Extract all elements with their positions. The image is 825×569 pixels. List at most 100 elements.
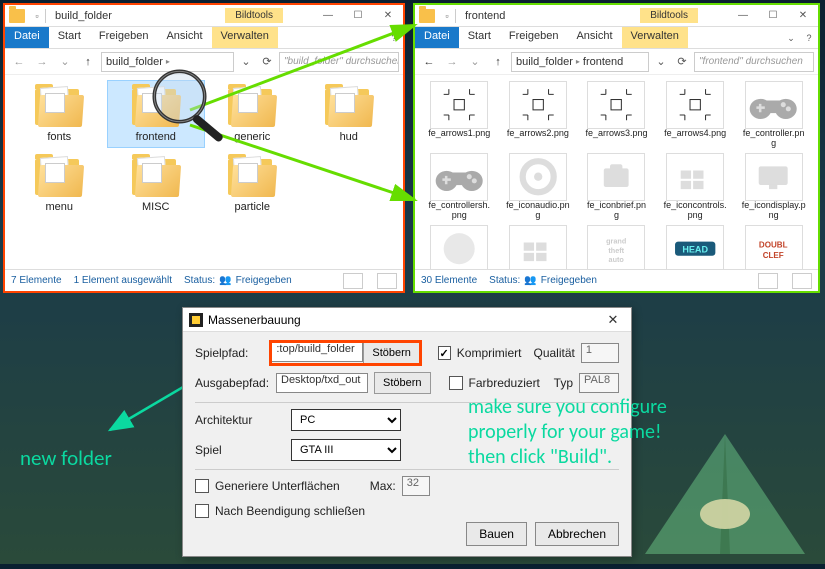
file-item[interactable] (500, 225, 577, 269)
address-dropdown-icon[interactable]: ⌄ (652, 55, 670, 68)
tab-file[interactable]: Datei (5, 27, 49, 48)
palettized-label: Farbreduziert (469, 376, 540, 390)
refresh-icon[interactable]: ⟳ (673, 55, 691, 68)
breadcrumb[interactable]: build_folder (516, 56, 573, 68)
file-item[interactable]: DOUBLCLEF (735, 225, 812, 269)
contextual-tab[interactable]: Bildtools (640, 8, 698, 23)
build-button[interactable]: Bauen (466, 522, 527, 546)
file-item[interactable]: fe_controller.png (735, 81, 812, 149)
help-icon[interactable]: ? (800, 27, 818, 48)
qat-icon[interactable]: ▫ (442, 11, 452, 21)
breadcrumb[interactable]: build_folder (106, 56, 163, 68)
outpath-browse-button[interactable]: Stöbern (374, 372, 431, 394)
file-item[interactable]: fe_iconaudio.png (500, 153, 577, 221)
file-thumbnail (509, 153, 567, 201)
max-input[interactable]: 32 (402, 476, 430, 496)
folder-item[interactable]: fonts (11, 81, 108, 147)
titlebar[interactable]: ▫ build_folder Bildtools — ☐ ✕ (5, 5, 403, 27)
thumbnails-view-button[interactable] (377, 273, 397, 289)
tab-file[interactable]: Datei (415, 27, 459, 48)
file-list[interactable]: fonts frontend generic hud menu MISC par… (5, 75, 403, 269)
tab-manage[interactable]: Verwalten (622, 27, 688, 48)
tab-view[interactable]: Ansicht (157, 27, 211, 48)
details-view-button[interactable] (758, 273, 778, 289)
gen-subsurfaces-checkbox[interactable] (195, 479, 209, 493)
close-icon[interactable]: ✕ (601, 312, 625, 328)
outpath-input[interactable]: Desktop/txd_out (276, 373, 368, 393)
file-item[interactable]: fe_iconcontrols.png (657, 153, 734, 221)
gamepath-input[interactable]: :top/build_folder (271, 342, 363, 362)
thumbnails-view-button[interactable] (792, 273, 812, 289)
file-item[interactable]: fe_icondisplay.png (735, 153, 812, 221)
recent-dropdown-icon[interactable]: ⌄ (465, 52, 485, 72)
type-input[interactable]: PAL8 (579, 373, 619, 393)
file-item[interactable]: fe_arrows1.png (421, 81, 498, 149)
minimize-button[interactable]: — (313, 6, 343, 26)
forward-button[interactable]: → (442, 52, 462, 72)
folder-item[interactable]: generic (204, 81, 301, 147)
file-item[interactable]: fe_iconbrief.png (578, 153, 655, 221)
address-bar[interactable]: build_folder ▸ (101, 52, 234, 72)
folder-item[interactable]: frontend (108, 81, 205, 147)
breadcrumb[interactable]: frontend (583, 56, 623, 68)
outpath-label: Ausgabepfad: (195, 376, 270, 390)
titlebar[interactable]: ▫ frontend Bildtools — ☐ ✕ (415, 5, 818, 27)
help-icon[interactable]: ? (385, 27, 403, 48)
tab-start[interactable]: Start (49, 27, 90, 48)
ribbon-expand-icon[interactable]: ⌄ (367, 27, 385, 48)
minimize-button[interactable]: — (728, 6, 758, 26)
back-button[interactable]: ← (419, 52, 439, 72)
recent-dropdown-icon[interactable]: ⌄ (55, 52, 75, 72)
search-input[interactable]: "frontend" durchsuchen (694, 52, 814, 72)
gamepath-browse-button[interactable]: Stöbern (363, 342, 420, 364)
up-button[interactable]: ↑ (488, 52, 508, 72)
file-list[interactable]: fe_arrows1.png fe_arrows2.png fe_arrows3… (415, 75, 818, 269)
details-view-button[interactable] (343, 273, 363, 289)
maximize-button[interactable]: ☐ (343, 6, 373, 26)
tab-share[interactable]: Freigeben (90, 27, 158, 48)
contextual-tab[interactable]: Bildtools (225, 8, 283, 23)
file-thumbnail (666, 81, 724, 129)
up-button[interactable]: ↑ (78, 52, 98, 72)
address-bar[interactable]: build_folder ▸ frontend (511, 52, 649, 72)
palettized-checkbox[interactable] (449, 376, 463, 390)
file-item[interactable]: fe_arrows2.png (500, 81, 577, 149)
folder-label: menu (45, 201, 73, 213)
dialog-titlebar[interactable]: Massenerbauung ✕ (183, 308, 631, 332)
tab-share[interactable]: Freigeben (500, 27, 568, 48)
file-item[interactable]: fe_controllersh.png (421, 153, 498, 221)
close-after-checkbox[interactable] (195, 504, 209, 518)
file-label: fe_iconbrief.png (584, 201, 648, 221)
close-button[interactable]: ✕ (373, 6, 403, 26)
file-thumbnail (509, 81, 567, 129)
file-item[interactable]: fe_arrows4.png (657, 81, 734, 149)
tab-view[interactable]: Ansicht (567, 27, 621, 48)
back-button[interactable]: ← (9, 52, 29, 72)
refresh-icon[interactable]: ⟳ (258, 55, 276, 68)
tab-manage[interactable]: Verwalten (212, 27, 278, 48)
close-button[interactable]: ✕ (788, 6, 818, 26)
file-item[interactable]: fe_arrows3.png (578, 81, 655, 149)
forward-button[interactable]: → (32, 52, 52, 72)
quality-input[interactable]: 1 (581, 343, 619, 363)
folder-item[interactable]: hud (301, 81, 398, 147)
ribbon-expand-icon[interactable]: ⌄ (782, 27, 800, 48)
file-item[interactable] (421, 225, 498, 269)
folder-item[interactable]: menu (11, 151, 108, 217)
address-dropdown-icon[interactable]: ⌄ (237, 55, 255, 68)
qat-icon[interactable]: ▫ (32, 11, 42, 21)
chevron-right-icon[interactable]: ▸ (576, 57, 580, 66)
tab-start[interactable]: Start (459, 27, 500, 48)
file-item[interactable]: grandtheftauto (578, 225, 655, 269)
game-select[interactable]: GTA III (291, 439, 401, 461)
folder-item[interactable]: MISC (108, 151, 205, 217)
cancel-button[interactable]: Abbrechen (535, 522, 619, 546)
folder-item[interactable]: particle (204, 151, 301, 217)
arch-select[interactable]: PC (291, 409, 401, 431)
file-item[interactable]: HEAD (657, 225, 734, 269)
maximize-button[interactable]: ☐ (758, 6, 788, 26)
compressed-checkbox[interactable] (438, 346, 451, 360)
search-input[interactable]: "build_folder" durchsuchen (279, 52, 399, 72)
chevron-right-icon[interactable]: ▸ (166, 57, 170, 66)
folder-icon (419, 9, 435, 23)
